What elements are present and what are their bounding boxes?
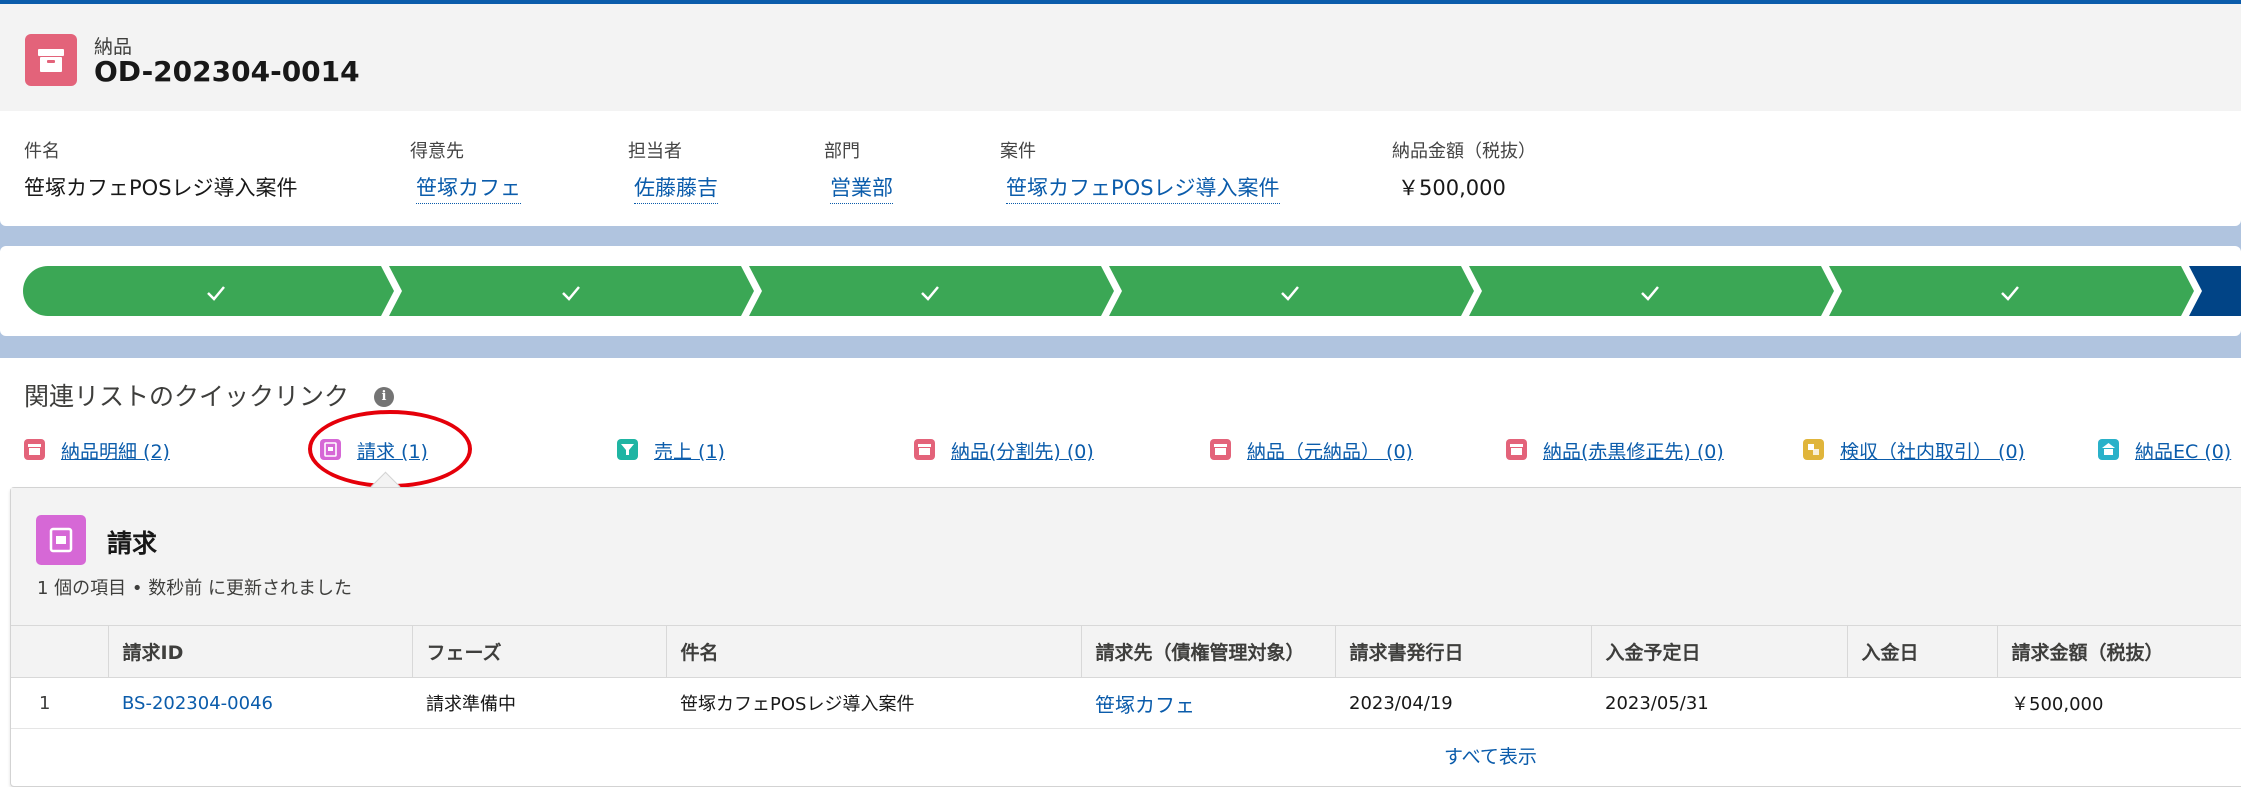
handshake-icon (1803, 439, 1824, 460)
paid-date-cell (1847, 677, 1997, 729)
record-header: 納品 OD-202304-0014 (0, 4, 2241, 111)
path-step-7 (2189, 266, 2241, 316)
column-header-phase[interactable]: フェーズ (411, 625, 666, 678)
check-icon (551, 276, 591, 310)
quick-link-label[interactable]: 納品(分割先) (0) (951, 437, 1094, 464)
column-header-due-date[interactable]: 入金予定日 (1590, 625, 1847, 678)
store-icon (2098, 439, 2119, 460)
view-all-link[interactable]: すべて表示 (1444, 742, 1537, 769)
related-list-header (11, 488, 2241, 625)
check-icon (1630, 276, 1670, 310)
bill-to-link[interactable]: 笹塚カフェ (1081, 677, 1335, 729)
path-card (0, 246, 2241, 336)
row-number: 1 (11, 677, 108, 729)
quick-link-label[interactable]: 検収（社内取引） (0) (1840, 437, 2025, 464)
field-amount: 納品金額（税抜） ￥500,000 (1392, 141, 1536, 200)
due-date-cell: 2023/05/31 (1591, 677, 1847, 729)
table-header-row: 請求ID フェーズ 件名 請求先（債権管理対象） 請求書発行日 入金予定日 入金… (11, 625, 2241, 678)
invoice-table: 請求ID フェーズ 件名 請求先（債権管理対象） 請求書発行日 入金予定日 入金… (11, 625, 2241, 729)
field-amount-value: ￥500,000 (1398, 176, 1506, 200)
field-subject-value: 笹塚カフェPOSレジ導入案件 (24, 176, 298, 200)
column-header-paid-date[interactable]: 入金日 (1846, 625, 1997, 678)
highlights-panel: 件名 笹塚カフェPOSレジ導入案件 得意先 笹塚カフェ 担当者 佐藤藤吉 部門 … (0, 111, 2241, 226)
column-header-issue-date[interactable]: 請求書発行日 (1334, 625, 1591, 678)
invoice-icon (36, 515, 86, 565)
table-row: 1 BS-202304-0046 請求準備中 笹塚カフェPOSレジ導入案件 笹塚… (11, 677, 2241, 729)
column-header-invoice-id[interactable]: 請求ID (107, 625, 412, 678)
related-list-title[interactable]: 請求 (107, 524, 157, 560)
invoice-related-list: 請求 1 個の項目 • 数秒前 に更新されました 請求ID フェーズ 件名 請求… (10, 487, 2241, 787)
archive-box-icon (24, 439, 45, 460)
column-header-amount[interactable]: 請求金額（税抜） (1996, 625, 2241, 678)
field-department: 部門 営業部 (824, 137, 893, 204)
phase-cell: 請求準備中 (412, 677, 666, 729)
field-customer: 得意先 笹塚カフェ (410, 137, 521, 204)
quick-links-title: 関連リストのクイックリンク (24, 382, 350, 411)
view-all-footer: すべて表示 (11, 727, 2241, 785)
quick-link-label[interactable]: 納品(赤黒修正先) (0) (1543, 437, 1724, 464)
opportunity-link[interactable]: 笹塚カフェPOSレジ導入案件 (1006, 172, 1280, 204)
customer-link[interactable]: 笹塚カフェ (416, 172, 521, 204)
column-header-subject[interactable]: 件名 (665, 625, 1081, 678)
quick-link-label[interactable]: 納品（元納品） (0) (1247, 437, 1413, 464)
subject-cell: 笹塚カフェPOSレジ導入案件 (666, 677, 1081, 729)
field-opportunity: 案件 笹塚カフェPOSレジ導入案件 (1000, 137, 1280, 204)
owner-link[interactable]: 佐藤藤吉 (634, 172, 718, 204)
column-header-bill-to[interactable]: 請求先（債権管理対象） (1080, 625, 1335, 678)
quick-link-label[interactable]: 納品明細 (2) (61, 437, 170, 464)
check-icon (910, 276, 950, 310)
archive-box-icon (1506, 439, 1527, 460)
archive-box-icon (25, 34, 77, 86)
record-title: OD-202304-0014 (94, 55, 360, 88)
archive-box-icon (914, 439, 935, 460)
column-header-row-number (11, 625, 108, 678)
check-icon (1990, 276, 2030, 310)
funnel-icon (617, 439, 638, 460)
department-link[interactable]: 営業部 (830, 172, 893, 204)
invoice-id-link[interactable]: BS-202304-0046 (108, 677, 412, 729)
field-owner: 担当者 佐藤藤吉 (628, 137, 718, 204)
archive-box-icon (1210, 439, 1231, 460)
quick-link-label[interactable]: 納品EC (0) (2135, 437, 2231, 464)
info-icon[interactable]: i (374, 387, 394, 407)
field-subject: 件名 笹塚カフェPOSレジ導入案件 (24, 141, 298, 200)
issue-date-cell: 2023/04/19 (1335, 677, 1591, 729)
related-list-meta: 1 個の項目 • 数秒前 に更新されました (37, 578, 352, 599)
amount-cell: ￥500,000 (1997, 677, 2241, 729)
sales-path (23, 266, 2241, 316)
quick-link-label[interactable]: 売上 (1) (654, 437, 725, 464)
check-icon (196, 276, 236, 310)
check-icon (1270, 276, 1310, 310)
